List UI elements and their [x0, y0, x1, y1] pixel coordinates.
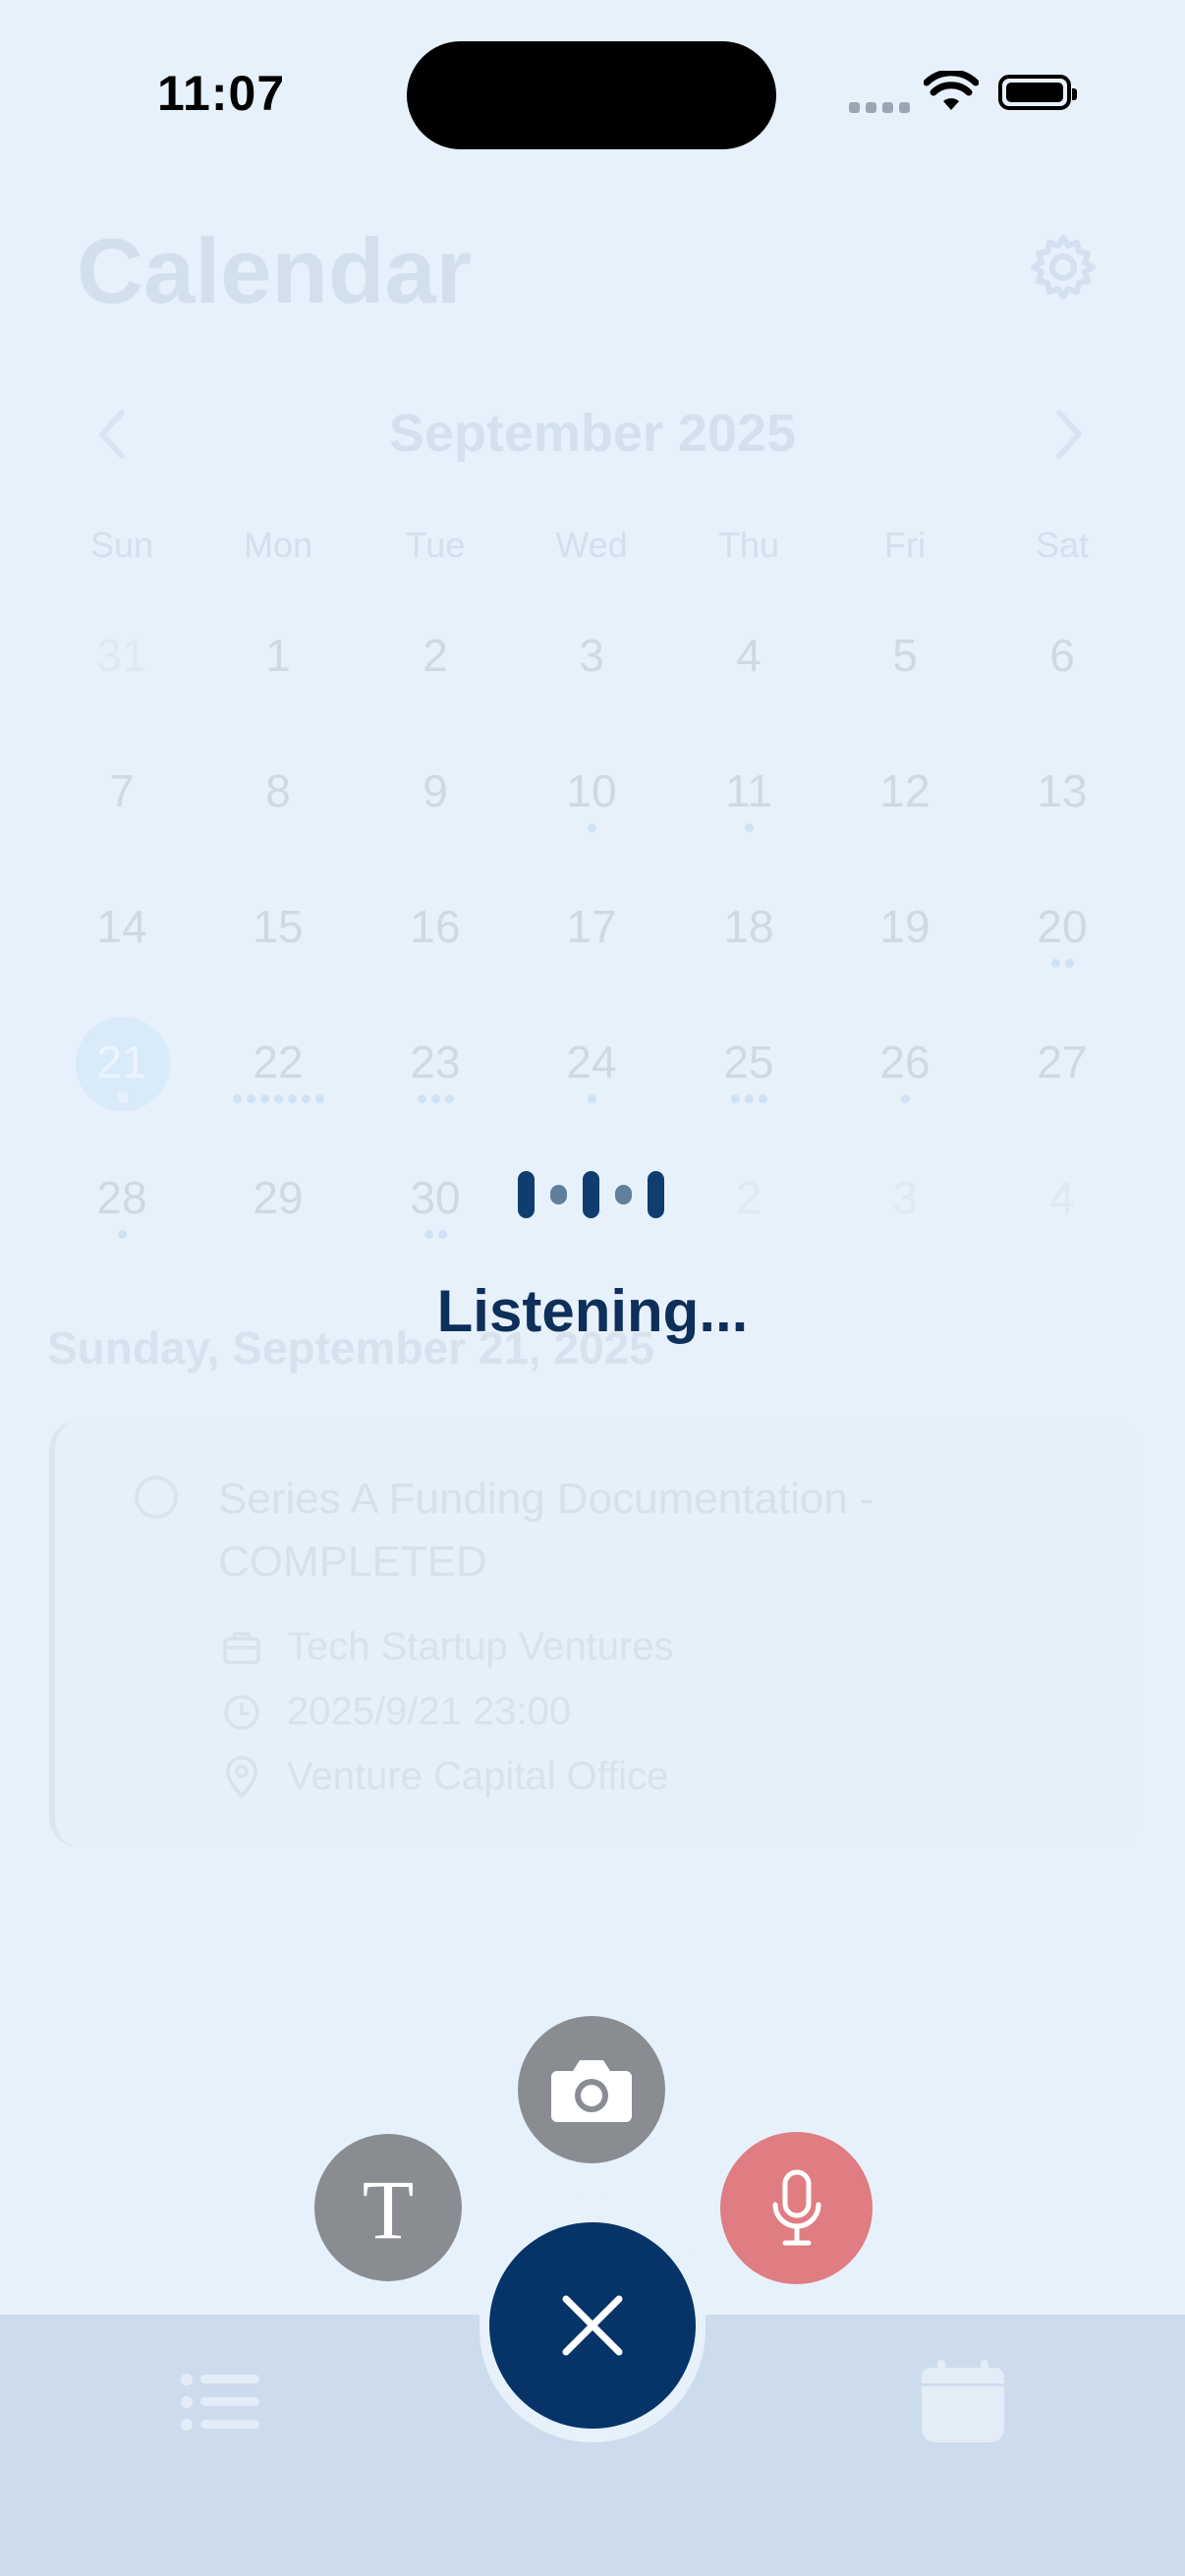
weekday-label: Thu [717, 525, 780, 565]
day-cell[interactable]: 9 [357, 764, 514, 817]
day-cell[interactable]: 6 [984, 629, 1141, 682]
weekday-label: Sat [1035, 525, 1090, 565]
listening-status: Listening... [436, 1278, 749, 1344]
day-cell[interactable]: 1 [199, 629, 357, 682]
wifi-icon [924, 71, 979, 110]
task-datetime: 2025/9/21 23:00 [287, 1690, 572, 1733]
audio-waveform-icon [518, 1171, 664, 1218]
calendar-icon[interactable] [920, 2358, 1006, 2444]
day-cell[interactable]: 20 [984, 900, 1141, 953]
event-dots [118, 1092, 128, 1102]
task-title: Series A Funding Documentation - COMPLET… [218, 1475, 875, 1586]
event-dots [826, 1094, 984, 1103]
day-cell[interactable]: 10 [513, 764, 670, 817]
battery-icon [998, 75, 1077, 110]
day-cell[interactable]: 18 [670, 900, 827, 953]
day-cell[interactable]: 25 [670, 1036, 827, 1089]
event-dots [199, 1094, 357, 1103]
event-dots [984, 959, 1141, 968]
day-cell[interactable]: 29 [199, 1171, 357, 1224]
day-cell[interactable]: 5 [826, 629, 984, 682]
task-location: Venture Capital Office [287, 1755, 669, 1798]
list-icon[interactable] [181, 2372, 261, 2433]
day-cell[interactable]: 11 [670, 764, 827, 817]
gear-icon[interactable] [1028, 232, 1099, 303]
day-cell[interactable]: 31 [43, 629, 200, 682]
month-label: September 2025 [388, 404, 797, 463]
briefcase-icon [223, 1631, 260, 1664]
status-time: 11:07 [157, 66, 286, 121]
day-cell[interactable]: 13 [984, 764, 1141, 817]
text-input-button[interactable]: T [314, 2134, 462, 2281]
weekday-label: Tue [405, 525, 466, 565]
weekday-label: Mon [243, 525, 313, 565]
microphone-icon [772, 2169, 820, 2245]
chevron-right-icon[interactable] [1051, 407, 1087, 462]
day-cell[interactable]: 28 [43, 1171, 200, 1224]
day-cell[interactable]: 2 [670, 1171, 827, 1224]
event-dots [513, 1094, 670, 1103]
day-cell[interactable]: 24 [513, 1036, 670, 1089]
weekday-label: Wed [555, 525, 628, 565]
day-cell[interactable]: 4 [984, 1171, 1141, 1224]
close-button[interactable] [489, 2222, 696, 2429]
day-cell[interactable]: 26 [826, 1036, 984, 1089]
day-cell[interactable]: 17 [513, 900, 670, 953]
weekday-label: Sun [89, 525, 154, 565]
day-cell[interactable]: 4 [670, 629, 827, 682]
task-company-row: Tech Startup Ventures [222, 1625, 674, 1669]
app-screen: 11:07 Calendar September 2025 Sun Mon Tu… [0, 0, 1185, 2576]
day-cell[interactable]: 19 [826, 900, 984, 953]
day-cell[interactable]: 22 [199, 1036, 357, 1089]
day-cell[interactable]: 3 [826, 1171, 984, 1224]
task-location-row: Venture Capital Office [222, 1755, 668, 1799]
event-dots [513, 823, 670, 832]
task-time-row: 2025/9/21 23:00 [222, 1690, 571, 1734]
day-cell[interactable]: 7 [43, 764, 200, 817]
day-cell[interactable]: 14 [43, 900, 200, 953]
clock-icon [224, 1694, 259, 1730]
microphone-button[interactable] [720, 2132, 873, 2284]
event-dots [357, 1094, 514, 1103]
day-cell[interactable]: 8 [199, 764, 357, 817]
day-cell[interactable]: 2 [357, 629, 514, 682]
event-dots [43, 1230, 200, 1239]
day-cell[interactable]: 16 [357, 900, 514, 953]
day-cell[interactable]: 15 [199, 900, 357, 953]
day-cell[interactable]: 12 [826, 764, 984, 817]
cellular-signal-icon [849, 102, 910, 113]
event-dots [670, 823, 827, 832]
weekday-label: Fri [884, 525, 926, 565]
dynamic-island [407, 41, 776, 149]
day-cell-selected[interactable]: 21 [43, 1036, 200, 1089]
camera-icon [551, 2060, 632, 2122]
task-company: Tech Startup Ventures [287, 1625, 674, 1668]
text-icon: T [362, 2162, 415, 2257]
event-dots [357, 1230, 514, 1239]
task-checkbox[interactable] [135, 1476, 178, 1519]
day-cell[interactable]: 27 [984, 1036, 1141, 1089]
page-title: Calendar [77, 219, 473, 322]
day-cell[interactable]: 30 [357, 1171, 514, 1224]
camera-button[interactable] [518, 2016, 665, 2163]
event-dots [670, 1094, 827, 1103]
day-cell[interactable]: 3 [513, 629, 670, 682]
close-icon [562, 2295, 623, 2356]
location-pin-icon [226, 1755, 257, 1799]
day-cell[interactable]: 23 [357, 1036, 514, 1089]
